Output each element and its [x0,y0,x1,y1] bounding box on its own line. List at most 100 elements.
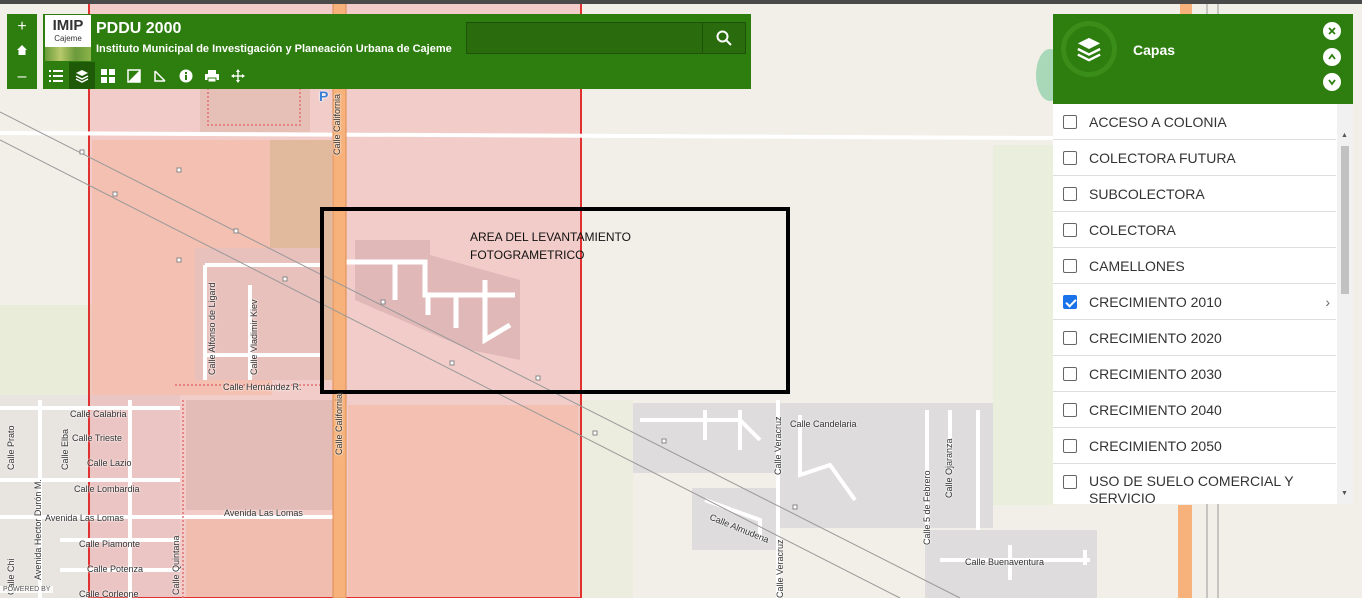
panel-close-button[interactable] [1323,22,1341,40]
logo-text: IMIP [52,17,84,34]
scroll-up-arrow[interactable]: ▲ [1341,132,1348,139]
measure-area-button[interactable] [121,62,147,89]
layer-checkbox[interactable] [1063,150,1077,165]
measure-area-icon [127,68,141,83]
browser-top-border [0,0,1362,4]
layer-checkbox[interactable] [1063,114,1077,129]
street-label: Calle Corleone [79,589,139,598]
survey-label-line1: AREA DEL LEVANTAMIENTO [470,230,631,244]
layer-label: CRECIMIENTO 2020 [1089,329,1222,346]
scroll-thumb[interactable] [1341,146,1349,294]
print-icon [205,69,219,82]
street-label: Calle California [332,93,342,155]
street-label: Calle California [334,393,344,455]
pan-button[interactable] [225,62,251,89]
layer-item-camellones[interactable]: CAMELLONES [1053,248,1336,284]
layer-item-crecimiento-2030[interactable]: CRECIMIENTO 2030 [1053,356,1336,392]
layer-label: COLECTORA FUTURA [1089,149,1236,166]
layer-item-uso-de-suelo-comercial[interactable]: USO DE SUELO COMERCIAL Y SERVICIO [1053,464,1336,504]
street-label: Calle Potenza [87,564,144,574]
layers-badge [1061,21,1117,77]
layer-checkbox[interactable] [1063,186,1077,201]
panel-expand-button[interactable] [1323,73,1341,91]
green-area [993,145,1053,505]
imip-logo: IMIP Cajeme [45,15,91,61]
layers-panel-header: Capas [1053,14,1353,104]
logo-subtext: Cajeme [54,34,82,43]
home-button[interactable] [16,44,28,60]
layer-item-acceso-a-colonia[interactable]: ACCESO A COLONIA [1053,104,1336,140]
street-label: Calle Buenaventura [965,557,1045,567]
layer-checkbox-checked[interactable] [1063,294,1077,309]
basemap-icon [101,68,115,83]
layer-checkbox[interactable] [1063,475,1077,489]
layers-icon [1077,37,1101,62]
panel-collapse-button[interactable] [1323,48,1341,66]
search-button[interactable] [702,23,745,53]
street-label: Calle Vladimir Kiev [249,299,259,375]
layer-checkbox[interactable] [1063,438,1077,453]
layers-badge-inner [1066,26,1112,72]
print-button[interactable] [199,62,225,89]
street-label: Calle Quintana [171,535,181,595]
app-subtitle: Instituto Municipal de Investigación y P… [96,43,452,55]
layer-checkbox[interactable] [1063,402,1077,417]
street-label: Calle Lazio [87,458,132,468]
layer-item-crecimiento-2050[interactable]: CRECIMIENTO 2050 [1053,428,1336,464]
layers-icon [75,69,89,83]
layer-checkbox[interactable] [1063,222,1077,237]
chevron-down-icon [1328,79,1336,86]
layer-item-colectora[interactable]: COLECTORA [1053,212,1336,248]
search-box [466,22,746,54]
zoom-control: + – [7,14,37,89]
layer-checkbox[interactable] [1063,330,1077,345]
street-label: Calle Prato [6,425,16,470]
layer-item-colectora-futura[interactable]: COLECTORA FUTURA [1053,140,1336,176]
street-label: Calle Candelaria [790,419,857,429]
layer-checkbox[interactable] [1063,366,1077,381]
street-label: Calle Elba [60,428,70,470]
toolbar [43,62,751,89]
measure-distance-button[interactable] [147,62,173,89]
chevron-right-icon[interactable]: › [1325,294,1330,310]
layer-label: SUBCOLECTORA [1089,185,1205,202]
chevron-up-icon [1328,53,1336,60]
layer-item-subcolectora[interactable]: SUBCOLECTORA [1053,176,1336,212]
close-icon [1328,27,1336,35]
street-label: Calle Hernández R. [223,382,302,392]
panel-title: Capas [1133,42,1176,58]
search-input[interactable] [467,23,703,53]
street-label: Calle Veracruz [775,539,785,598]
green-area [578,400,633,598]
layer-label: CRECIMIENTO 2050 [1089,437,1222,454]
street-label: Calle Piamonte [79,539,141,549]
layer-item-crecimiento-2010[interactable]: CRECIMIENTO 2010 › [1053,284,1336,320]
street-label: Calle Trieste [72,433,123,443]
zoom-out-button[interactable]: – [18,68,27,85]
layer-label: CAMELLONES [1089,257,1185,274]
legend-button[interactable] [43,62,69,89]
basemap-button[interactable] [95,62,121,89]
survey-label-line2: FOTOGRAMETRICO [470,248,585,262]
layer-item-crecimiento-2040[interactable]: CRECIMIENTO 2040 [1053,392,1336,428]
layer-checkbox[interactable] [1063,258,1077,273]
avenue-east [1178,505,1192,598]
powered-by-attribution: POWERED BY [0,586,54,593]
parking-marker: P [319,88,329,104]
info-button[interactable] [173,62,199,89]
layers-button[interactable] [69,62,95,89]
street-label: Calle Calabria [70,409,127,419]
street-label: Calle Lombardia [74,484,140,494]
search-icon [716,30,732,46]
move-icon [231,68,245,83]
scroll-down-arrow[interactable]: ▼ [1341,490,1348,497]
layer-list-scrollbar[interactable]: ▲ ▼ [1337,104,1353,504]
layer-list: ACCESO A COLONIA COLECTORA FUTURA SUBCOL… [1053,104,1353,504]
home-icon [17,44,27,55]
street-label: Avenida Las Lomas [45,513,124,523]
survey-area-label: AREA DEL LEVANTAMIENTO FOTOGRAMETRICO [470,228,631,264]
layer-label: CRECIMIENTO 2010 [1089,293,1222,310]
layer-item-crecimiento-2020[interactable]: CRECIMIENTO 2020 [1053,320,1336,356]
zoom-in-button[interactable]: + [17,18,26,35]
street-label: Calle Ojaranza [944,438,954,498]
